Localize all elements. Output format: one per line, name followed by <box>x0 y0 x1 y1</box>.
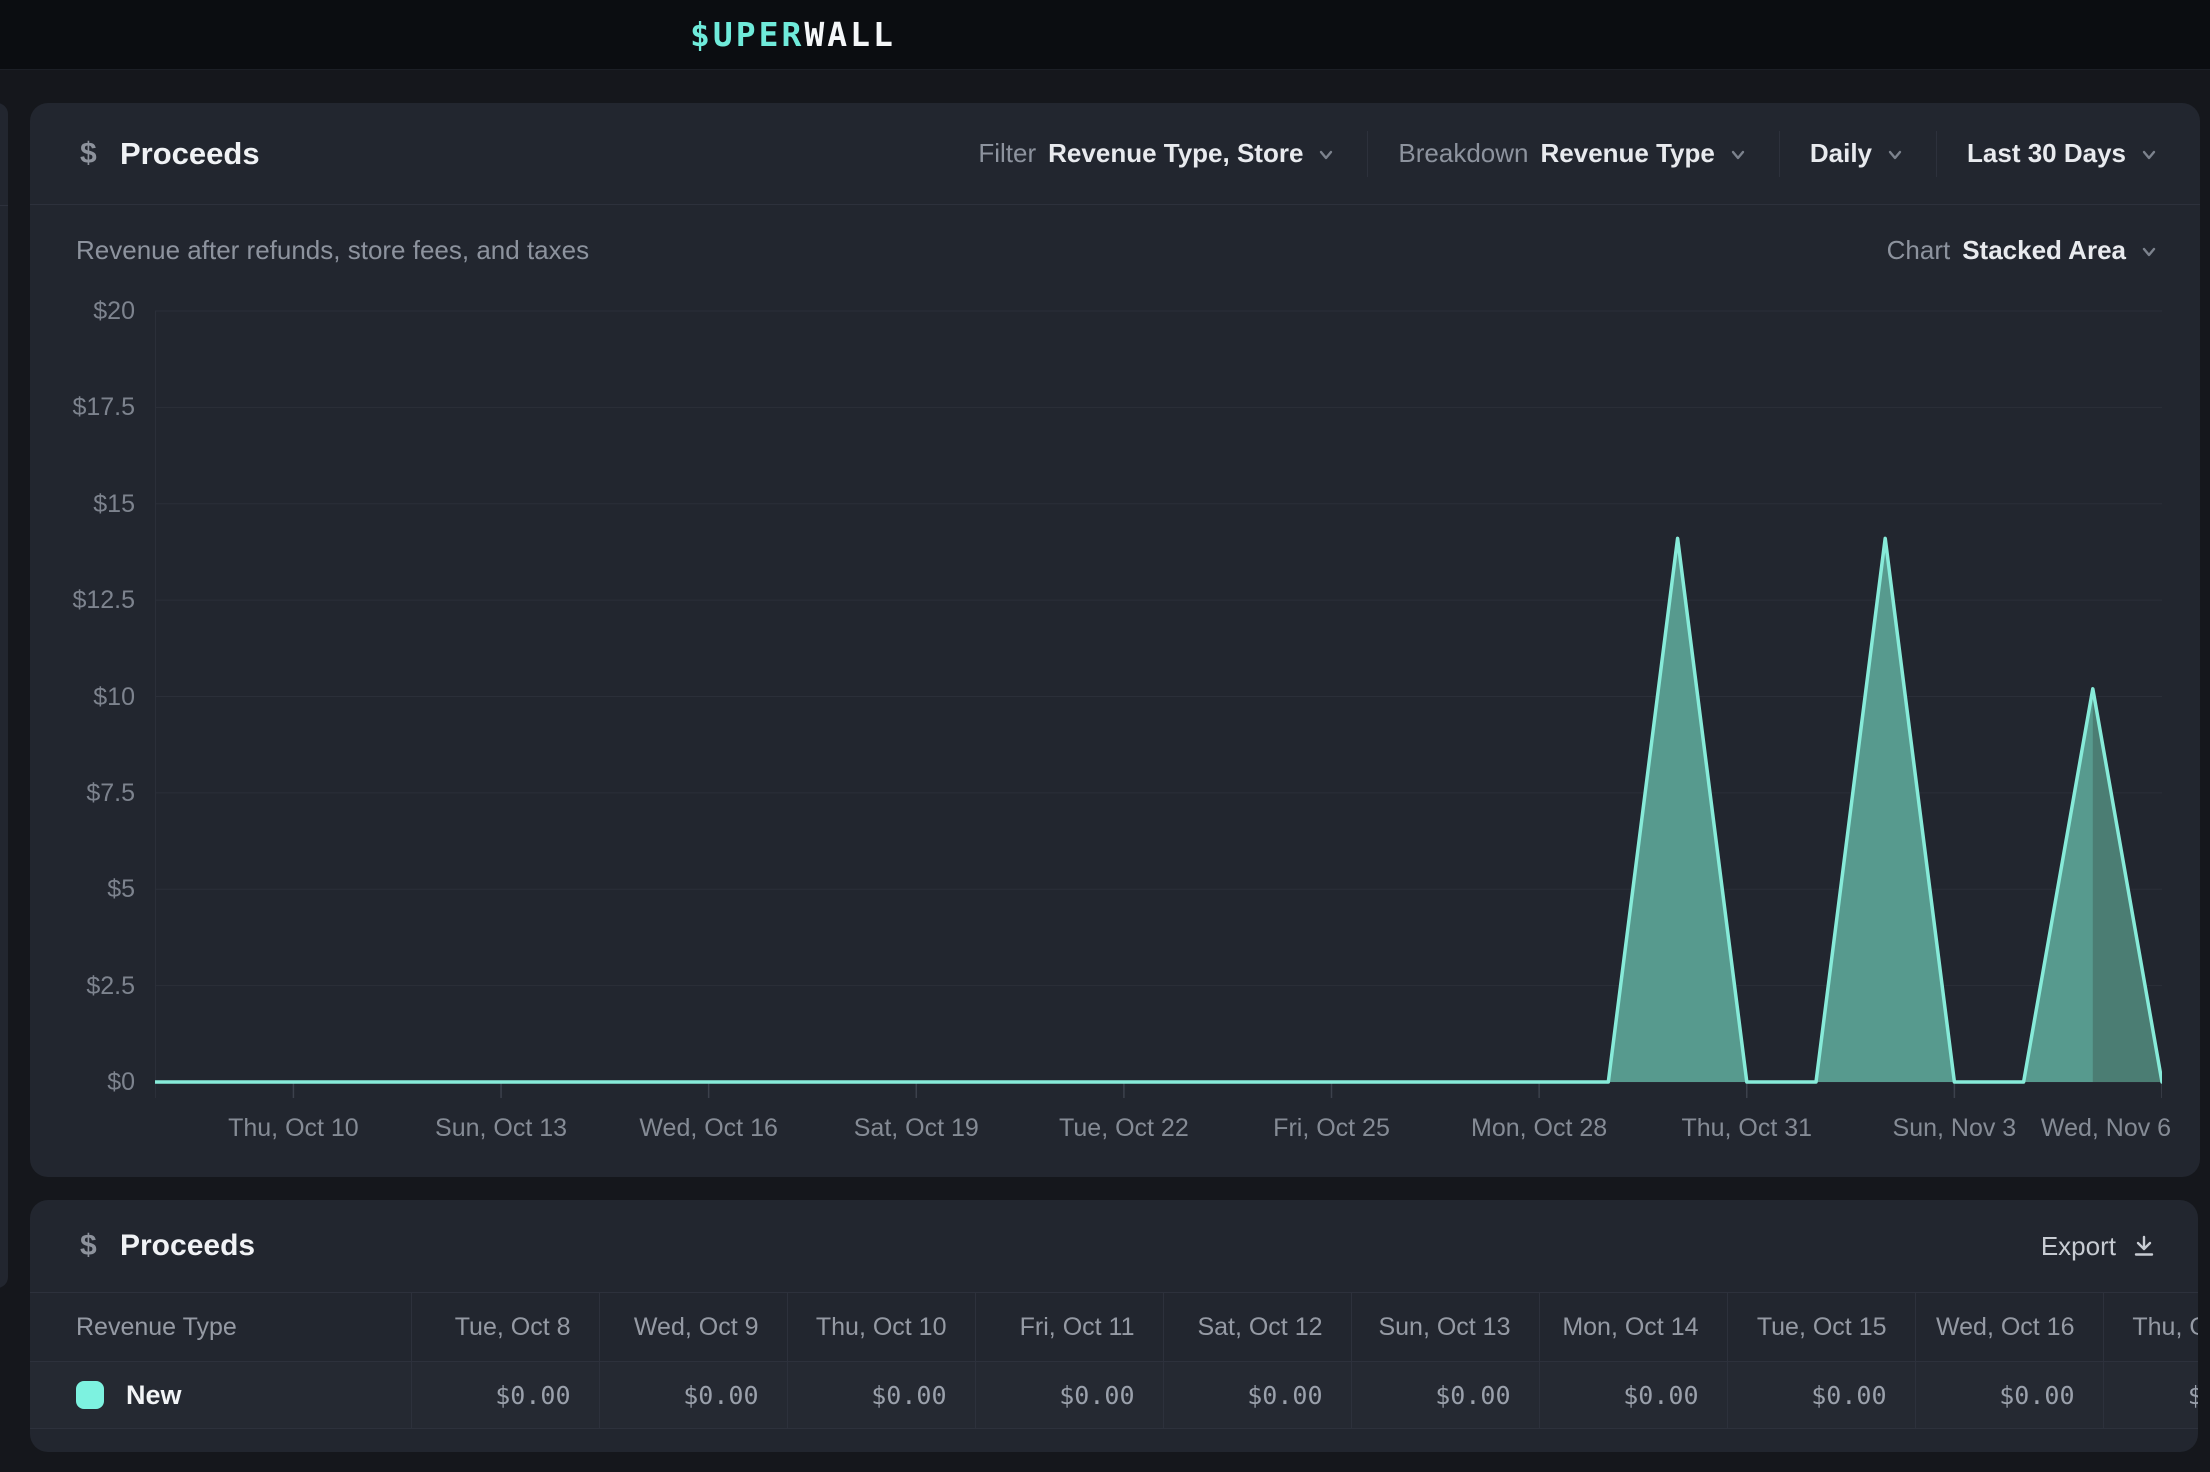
y-axis-tick-label: $17.5 <box>30 392 135 422</box>
column-header-date: Sat, Oct 12 <box>1163 1293 1351 1362</box>
filter-value: Revenue Type, Store <box>1048 138 1303 169</box>
x-axis-tick-label: Thu, Oct 31 <box>1657 1113 1837 1143</box>
breakdown-label: Breakdown <box>1398 138 1528 169</box>
table-card-header: $ Proceeds Export <box>30 1200 2198 1292</box>
series-name: New <box>126 1380 182 1411</box>
value-cell: $0.00 <box>411 1362 599 1429</box>
dollar-icon: $ <box>80 137 120 171</box>
logo-accent-text: $UPER <box>690 15 804 54</box>
revenue-type-cell: New <box>30 1362 411 1429</box>
y-axis-tick-label: $12.5 <box>30 585 135 615</box>
proceeds-table: Revenue TypeTue, Oct 8Wed, Oct 9Thu, Oct… <box>30 1292 2198 1429</box>
top-bar: $UPERWALL <box>0 0 2210 70</box>
interval-value: Daily <box>1810 138 1872 169</box>
y-axis-tick-label: $7.5 <box>30 778 135 808</box>
column-header-revenue-type: Revenue Type <box>30 1293 411 1362</box>
date-range-dropdown[interactable]: Last 30 Days <box>1937 103 2160 204</box>
chart-type-value: Stacked Area <box>1962 235 2126 266</box>
table-row: New$0.00$0.00$0.00$0.00$0.00$0.00$0.00$0… <box>30 1362 2198 1429</box>
breakdown-dropdown[interactable]: Breakdown Revenue Type <box>1368 103 1778 204</box>
value-cell: $0.00 <box>599 1362 787 1429</box>
offscreen-card-divider <box>0 205 8 206</box>
export-label: Export <box>2041 1231 2116 1262</box>
interval-dropdown[interactable]: Daily <box>1780 103 1936 204</box>
value-cell: $0.00 <box>1915 1362 2103 1429</box>
value-cell: $0.00 <box>1163 1362 1351 1429</box>
column-header-date: Wed, Oct 9 <box>599 1293 787 1362</box>
x-axis-tick-label: Fri, Oct 25 <box>1242 1113 1422 1143</box>
date-range-value: Last 30 Days <box>1967 138 2126 169</box>
y-axis-tick-label: $2.5 <box>30 971 135 1001</box>
export-button[interactable]: Export <box>2041 1231 2158 1262</box>
chart-controls: Filter Revenue Type, Store Breakdown Rev… <box>978 103 2200 204</box>
table-body: New$0.00$0.00$0.00$0.00$0.00$0.00$0.00$0… <box>30 1362 2198 1429</box>
value-cell: $0.00 <box>2103 1362 2198 1429</box>
y-axis-tick-label: $15 <box>30 489 135 519</box>
column-header-date: Wed, Oct 16 <box>1915 1293 2103 1362</box>
y-axis-tick-label: $0 <box>30 1067 135 1097</box>
superwall-logo[interactable]: $UPERWALL <box>690 15 896 54</box>
offscreen-card-edge <box>0 103 8 1288</box>
table-card-title: Proceeds <box>120 1229 255 1263</box>
value-cell: $0.00 <box>1539 1362 1727 1429</box>
chart-type-label: Chart <box>1887 235 1951 266</box>
proceeds-chart-card: $ Proceeds Filter Revenue Type, Store Br… <box>30 103 2200 1177</box>
filter-dropdown[interactable]: Filter Revenue Type, Store <box>978 103 1367 204</box>
x-axis-tick-label: Thu, Oct 10 <box>203 1113 383 1143</box>
column-header-date: Mon, Oct 14 <box>1539 1293 1727 1362</box>
chevron-down-icon <box>1884 144 1906 166</box>
column-header-date: Tue, Oct 15 <box>1727 1293 1915 1362</box>
filter-label: Filter <box>978 138 1036 169</box>
y-axis-tick-label: $5 <box>30 874 135 904</box>
x-axis-tick-label: Wed, Oct 16 <box>619 1113 799 1143</box>
dollar-icon: $ <box>80 1229 120 1263</box>
chevron-down-icon <box>1727 144 1749 166</box>
table-header-row: Revenue TypeTue, Oct 8Wed, Oct 9Thu, Oct… <box>30 1293 2198 1362</box>
chart-subtitle-row: Revenue after refunds, store fees, and t… <box>30 205 2200 266</box>
chart-type-dropdown[interactable]: Chart Stacked Area <box>1887 235 2160 266</box>
column-header-date: Thu, Oct 10 <box>787 1293 975 1362</box>
breakdown-value: Revenue Type <box>1541 138 1715 169</box>
y-axis-tick-label: $20 <box>30 296 135 326</box>
stacked-area-plot <box>155 302 2162 1100</box>
series-color-swatch <box>76 1381 104 1409</box>
value-cell: $0.00 <box>1351 1362 1539 1429</box>
y-axis-tick-label: $10 <box>30 682 135 712</box>
chart-subtitle: Revenue after refunds, store fees, and t… <box>76 235 589 266</box>
table-scroll-area[interactable]: Revenue TypeTue, Oct 8Wed, Oct 9Thu, Oct… <box>30 1292 2198 1429</box>
value-cell: $0.00 <box>975 1362 1163 1429</box>
column-header-date: Thu, Oct 17 <box>2103 1293 2198 1362</box>
chart-card-header: $ Proceeds Filter Revenue Type, Store Br… <box>30 103 2200 205</box>
x-axis-tick-label: Wed, Nov 6 <box>2016 1113 2196 1143</box>
chevron-down-icon <box>1315 144 1337 166</box>
x-axis-tick-label: Sat, Oct 19 <box>826 1113 1006 1143</box>
proceeds-table-card: $ Proceeds Export Revenue TypeTue, Oct 8… <box>30 1200 2198 1452</box>
download-icon <box>2130 1232 2158 1260</box>
value-cell: $0.00 <box>787 1362 975 1429</box>
value-cell: $0.00 <box>1727 1362 1915 1429</box>
chevron-down-icon <box>2138 144 2160 166</box>
column-header-date: Sun, Oct 13 <box>1351 1293 1539 1362</box>
column-header-date: Fri, Oct 11 <box>975 1293 1163 1362</box>
chevron-down-icon <box>2138 241 2160 263</box>
chart-card-title: Proceeds <box>120 136 260 172</box>
x-axis-tick-label: Mon, Oct 28 <box>1449 1113 1629 1143</box>
logo-rest-text: WALL <box>804 15 895 54</box>
column-header-date: Tue, Oct 8 <box>411 1293 599 1362</box>
x-axis-tick-label: Tue, Oct 22 <box>1034 1113 1214 1143</box>
x-axis-tick-label: Sun, Oct 13 <box>411 1113 591 1143</box>
